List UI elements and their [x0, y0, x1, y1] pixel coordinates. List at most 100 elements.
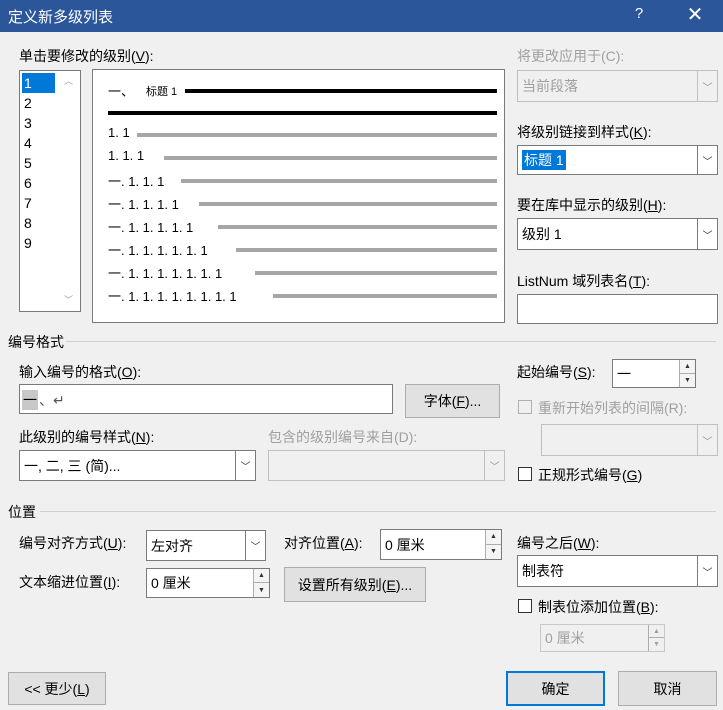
title-bar: 定义新多级列表 ? ✕: [0, 0, 723, 32]
preview-prefix-9: 一. 1. 1. 1. 1. 1. 1. 1. 1: [108, 289, 237, 304]
spin-up-icon[interactable]: ▲: [253, 569, 269, 583]
preview-line-7: [236, 248, 497, 252]
preview-prefix-4: 一. 1. 1. 1: [108, 174, 165, 189]
follow-number-value: 制表符: [522, 563, 564, 579]
tab-stop-value: 0 厘米: [545, 630, 585, 646]
less-button[interactable]: << 更少(L): [8, 672, 106, 705]
start-at-label: 起始编号(S):: [517, 364, 596, 380]
include-level-select: ﹀: [268, 450, 505, 481]
position-section-title: 位置: [8, 504, 36, 520]
chevron-down-icon: ﹀: [484, 451, 504, 480]
format-number-field: 一: [22, 390, 38, 410]
level-item-2[interactable]: 2: [22, 93, 55, 113]
aligned-at-label: 对齐位置(A):: [284, 535, 363, 551]
restart-list-select: ﹀: [541, 424, 718, 456]
add-tab-stop-label: 制表位添加位置(B):: [538, 599, 659, 615]
add-tab-stop-checkbox[interactable]: [518, 599, 532, 613]
spin-down-icon: ▼: [648, 638, 664, 651]
level-item-1[interactable]: 1: [22, 73, 55, 93]
aligned-at-value: 0 厘米: [385, 536, 425, 553]
preview-line-1b: [108, 111, 497, 115]
apply-to-select: 当前段落 ﹀: [517, 70, 718, 102]
preview-prefix-1: 一、: [108, 84, 135, 99]
chevron-down-icon[interactable]: ﹀: [697, 556, 717, 586]
chevron-down-icon[interactable]: ﹀: [245, 531, 265, 560]
legal-style-checkbox[interactable]: [518, 467, 532, 481]
number-format-input[interactable]: 一 、↵: [19, 384, 393, 414]
help-icon[interactable]: ?: [628, 5, 650, 22]
level-item-7[interactable]: 7: [22, 193, 55, 213]
level-list-scrollbar[interactable]: ︿ ﹀: [60, 71, 80, 311]
text-indent-spinner[interactable]: 0 厘米 ▲ ▼: [146, 568, 270, 598]
preview-line-9: [273, 294, 497, 298]
level-item-4[interactable]: 4: [22, 133, 55, 153]
level-list-label: 单击要修改的级别(V):: [19, 48, 154, 64]
number-style-value: 一, 二, 三 (简)...: [24, 457, 121, 474]
gallery-level-value: 级别 1: [522, 226, 562, 242]
restart-list-label: 重新开始列表的间隔(R):: [538, 400, 688, 416]
preview-prefix-2: 1. 1: [108, 125, 130, 140]
level-item-8[interactable]: 8: [22, 213, 55, 233]
alignment-value: 左对齐: [151, 537, 193, 554]
gallery-level-select[interactable]: 级别 1 ﹀: [517, 218, 718, 250]
link-style-label: 将级别链接到样式(K):: [517, 124, 652, 140]
scroll-down-icon[interactable]: ﹀: [64, 293, 73, 306]
start-at-spinner[interactable]: 一 ▲ ▼: [612, 359, 696, 388]
format-label: 输入编号的格式(O):: [19, 364, 142, 380]
spin-down-icon[interactable]: ▼: [253, 583, 269, 597]
level-item-6[interactable]: 6: [22, 173, 55, 193]
aligned-at-spinner[interactable]: 0 厘米 ▲ ▼: [380, 529, 502, 560]
preview-line-8: [255, 271, 497, 275]
level-listbox[interactable]: 1 2 3 4 5 6 7 8 9 ︿ ﹀: [19, 70, 81, 312]
scroll-up-icon[interactable]: ︿: [64, 74, 73, 87]
chevron-down-icon[interactable]: ﹀: [235, 451, 255, 480]
apply-to-label: 将更改应用于(C):: [517, 48, 625, 64]
number-style-select[interactable]: 一, 二, 三 (简)... ﹀: [19, 450, 256, 481]
preview-line-4: [181, 179, 497, 183]
spin-up-icon[interactable]: ▲: [679, 360, 695, 374]
preview-prefix-3: 1. 1. 1: [108, 148, 145, 163]
follow-number-label: 编号之后(W):: [517, 535, 600, 551]
follow-number-select[interactable]: 制表符 ﹀: [517, 555, 718, 587]
link-style-value[interactable]: 标题 1: [522, 150, 566, 170]
spin-up-icon: ▲: [648, 625, 664, 638]
font-button[interactable]: 字体(F)...: [405, 384, 500, 418]
spin-down-icon[interactable]: ▼: [679, 373, 695, 387]
preview-prefix-7: 一. 1. 1. 1. 1. 1. 1: [108, 243, 208, 258]
spin-down-icon[interactable]: ▼: [485, 544, 501, 559]
listnum-input[interactable]: [517, 294, 718, 324]
apply-to-value: 当前段落: [522, 78, 578, 94]
section-divider: [40, 511, 716, 512]
start-at-value: 一: [617, 365, 631, 382]
text-indent-value: 0 厘米: [151, 575, 191, 591]
restart-list-checkbox: [518, 400, 532, 414]
close-icon[interactable]: ✕: [680, 3, 710, 27]
alignment-label: 编号对齐方式(U):: [19, 535, 127, 551]
level-item-5[interactable]: 5: [22, 153, 55, 173]
gallery-level-label: 要在库中显示的级别(H):: [517, 197, 667, 213]
chevron-down-icon: ﹀: [697, 425, 717, 455]
spin-up-icon[interactable]: ▲: [485, 530, 501, 545]
preview-prefix-8: 一. 1. 1. 1. 1. 1. 1. 1: [108, 266, 223, 281]
alignment-select[interactable]: 左对齐 ﹀: [146, 530, 266, 561]
preview-line-1: [185, 89, 497, 93]
set-all-levels-button[interactable]: 设置所有级别(E)...: [284, 567, 426, 602]
level-item-3[interactable]: 3: [22, 113, 55, 133]
preview-line-5: [199, 202, 497, 206]
number-style-label: 此级别的编号样式(N):: [19, 429, 155, 445]
chevron-down-icon[interactable]: ﹀: [697, 146, 717, 174]
legal-style-label: 正规形式编号(G): [538, 467, 643, 483]
preview-line-2: [137, 133, 497, 137]
link-style-combo[interactable]: 标题 1 ﹀: [517, 145, 718, 175]
preview-heading-1: 标题 1: [146, 86, 178, 98]
window-title: 定义新多级列表: [8, 9, 114, 26]
tab-stop-spinner: 0 厘米 ▲ ▼: [540, 624, 665, 652]
ok-button[interactable]: 确定: [506, 671, 605, 706]
preview-line-3: [164, 156, 497, 160]
level-item-9[interactable]: 9: [22, 233, 55, 253]
cancel-button[interactable]: 取消: [618, 671, 717, 706]
section-divider: [66, 341, 716, 342]
preview-prefix-5: 一. 1. 1. 1. 1: [108, 197, 179, 212]
chevron-down-icon[interactable]: ﹀: [697, 219, 717, 249]
preview-line-6: [218, 225, 497, 229]
